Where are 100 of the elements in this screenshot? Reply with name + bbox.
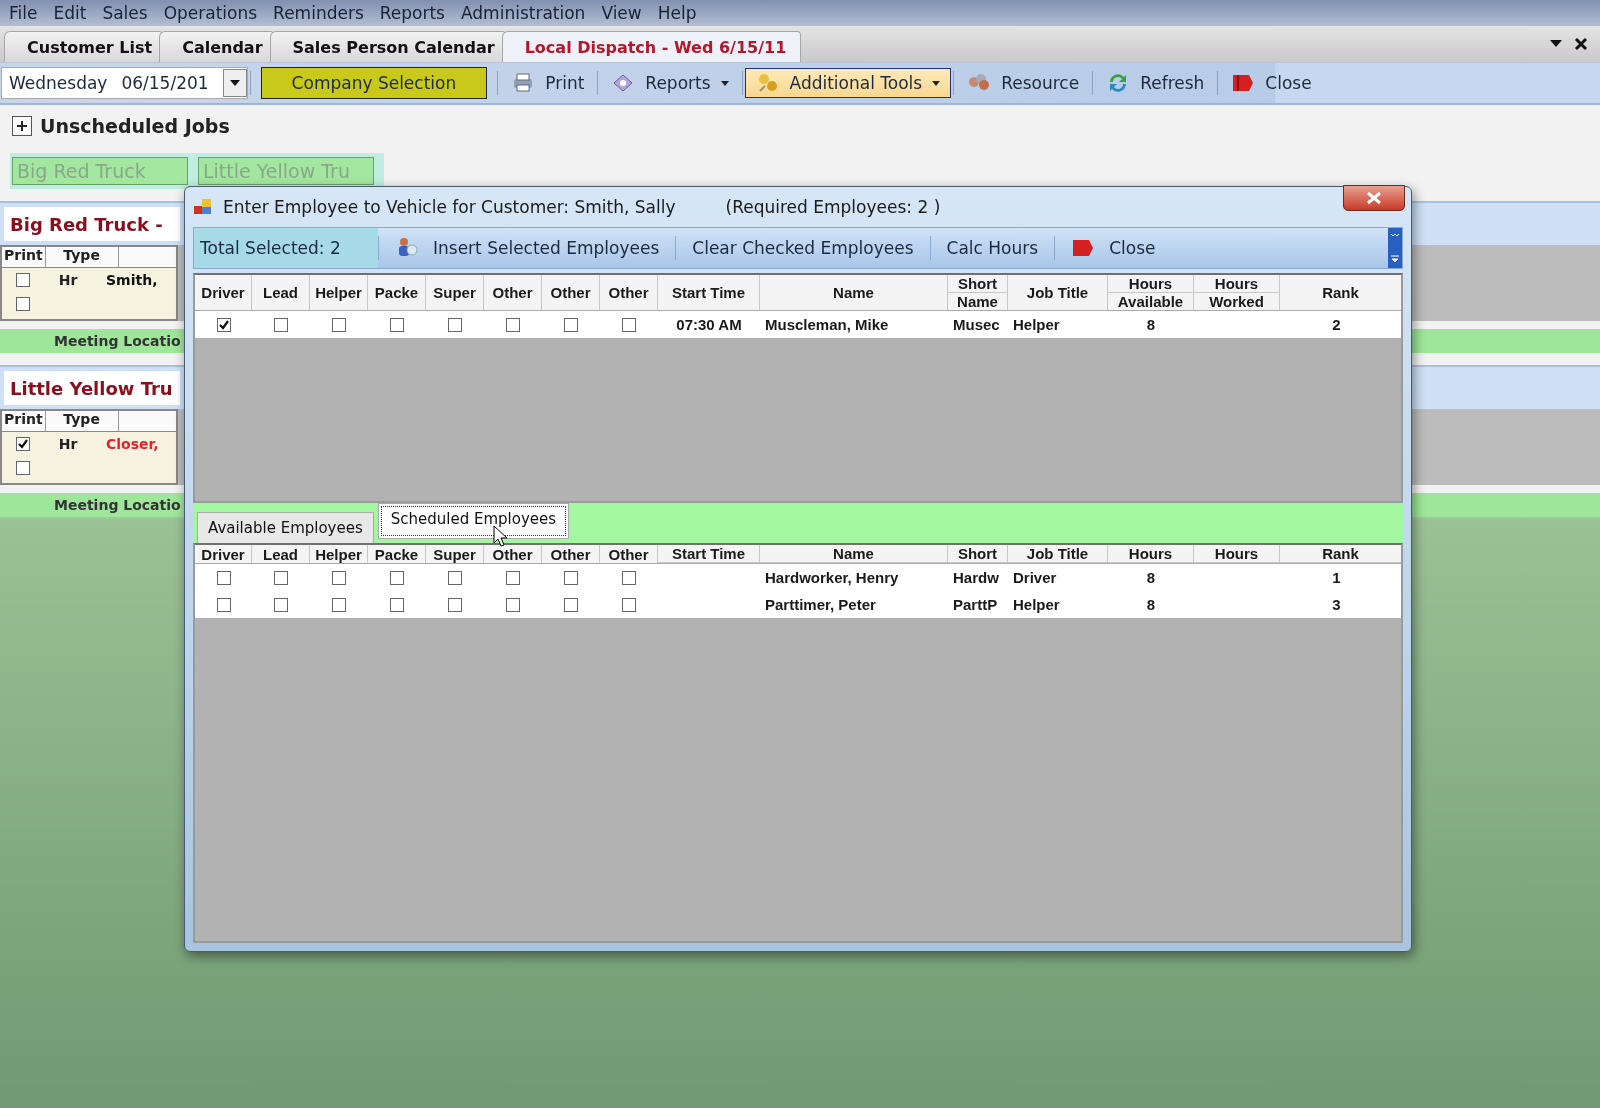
tab[interactable]: Available Employees — [197, 512, 374, 543]
toolbar-button[interactable]: Insert Selected Employees — [379, 236, 676, 260]
column-header[interactable]: Hours — [1108, 275, 1193, 292]
checkbox[interactable] — [16, 297, 30, 311]
checkbox[interactable] — [16, 273, 30, 287]
menu-item[interactable]: Help — [650, 3, 706, 23]
tab[interactable]: Local Dispatch - Wed 6/15/11 — [501, 31, 802, 62]
checkbox[interactable] — [274, 570, 288, 585]
checkbox[interactable] — [274, 317, 288, 332]
column-header[interactable]: Super — [426, 275, 483, 310]
checkbox[interactable] — [506, 570, 520, 585]
column-header[interactable]: Other — [484, 275, 541, 310]
checkbox[interactable] — [448, 570, 462, 585]
column-header[interactable]: Short — [948, 545, 1007, 562]
column-header[interactable]: Name — [948, 292, 1007, 310]
checkbox[interactable] — [564, 317, 578, 332]
checkbox[interactable] — [622, 570, 636, 585]
toolbar-button[interactable]: Refresh — [1095, 68, 1216, 98]
toolbar-button[interactable]: Resource — [956, 68, 1091, 98]
dropdown-button[interactable] — [222, 69, 247, 97]
toolbar-button[interactable]: Print — [500, 68, 596, 98]
close-button[interactable] — [1343, 185, 1405, 211]
tab[interactable]: Scheduled Employees — [377, 503, 570, 539]
column-header[interactable]: Other — [484, 545, 541, 563]
column-header[interactable]: Name — [760, 545, 947, 562]
column-header[interactable]: Packe — [368, 545, 425, 563]
overflow-button[interactable] — [1388, 228, 1402, 268]
column-header[interactable]: Other — [542, 545, 599, 563]
column-header[interactable]: Packe — [368, 275, 425, 310]
column-header: Type — [45, 411, 119, 431]
column-header[interactable]: Hours — [1108, 545, 1193, 562]
column-header[interactable]: Rank — [1280, 545, 1401, 562]
date-field[interactable]: Wednesday 06/15/201 — [1, 67, 248, 99]
checkbox[interactable] — [622, 317, 636, 332]
truck-title: Little Yellow Tru — [4, 371, 180, 405]
column-header[interactable]: Driver — [195, 275, 251, 310]
checkbox[interactable] — [506, 317, 520, 332]
menu-item[interactable]: Reports — [372, 3, 454, 23]
checkbox[interactable] — [216, 570, 231, 585]
expand-button[interactable] — [12, 116, 32, 136]
menu-item[interactable]: Reminders — [266, 3, 373, 23]
menu-item[interactable]: Administration — [454, 3, 595, 23]
column-header[interactable]: Lead — [252, 545, 309, 563]
checkbox[interactable] — [16, 437, 30, 451]
column-header[interactable]: Helper — [310, 275, 367, 310]
checkbox[interactable] — [332, 597, 346, 612]
column-header: Type — [45, 247, 119, 267]
menu-item[interactable]: Operations — [156, 3, 267, 23]
table-cell-text: Parttimer, Peter — [764, 596, 877, 613]
checkbox[interactable] — [448, 597, 462, 612]
checkbox[interactable] — [390, 317, 404, 332]
company-selection-button[interactable]: Company Selection — [260, 67, 488, 99]
menu-item[interactable]: File — [2, 3, 47, 23]
checkbox[interactable] — [16, 461, 30, 475]
checkbox[interactable] — [332, 317, 346, 332]
column-header[interactable]: Name — [760, 275, 947, 310]
column-header[interactable]: Hours — [1194, 275, 1279, 292]
section-title: Unscheduled Jobs — [40, 115, 230, 137]
menu-item[interactable]: Edit — [46, 3, 96, 23]
checkbox[interactable] — [506, 597, 520, 612]
menu-item[interactable]: View — [594, 3, 651, 23]
checkbox[interactable] — [622, 597, 636, 612]
tab[interactable]: Calendar — [159, 31, 274, 62]
column-header[interactable]: Other — [600, 275, 657, 310]
checkbox[interactable] — [216, 317, 231, 332]
toolbar-button[interactable]: Additional Tools — [744, 68, 952, 98]
menu-item[interactable]: Sales — [95, 3, 157, 23]
column-header[interactable]: Job Title — [1008, 275, 1107, 310]
checkbox[interactable] — [564, 597, 578, 612]
toolbar-button[interactable]: Close — [1220, 68, 1323, 98]
checkbox[interactable] — [390, 597, 404, 612]
checkbox[interactable] — [216, 597, 231, 612]
tab[interactable]: Sales Person Calendar — [269, 31, 506, 62]
table-cell-text: Hr — [57, 272, 79, 288]
column-header[interactable]: Driver — [195, 545, 251, 563]
checkbox[interactable] — [390, 570, 404, 585]
toolbar-button[interactable]: Clear Checked Employees — [676, 238, 930, 258]
column-header[interactable]: Helper — [310, 545, 367, 563]
column-header[interactable]: Worked — [1194, 292, 1279, 310]
toolbar-button[interactable]: Calc Hours — [930, 238, 1055, 258]
column-header[interactable]: Rank — [1280, 275, 1401, 310]
column-header[interactable]: Hours — [1194, 545, 1279, 562]
date-day-label: Wednesday — [9, 73, 108, 93]
customer-name: Closer, — [106, 436, 159, 452]
column-header[interactable]: Start Time — [658, 275, 759, 310]
column-header[interactable]: Other — [542, 275, 599, 310]
checkbox[interactable] — [448, 317, 462, 332]
column-header[interactable]: Lead — [252, 275, 309, 310]
checkbox[interactable] — [274, 597, 288, 612]
column-header[interactable]: Other — [600, 545, 657, 563]
required-employees-label: (Required Employees: 2 ) — [725, 197, 941, 217]
column-header[interactable]: Start Time — [658, 545, 759, 562]
checkbox[interactable] — [332, 570, 346, 585]
toolbar-button[interactable]: Reports — [600, 68, 740, 98]
column-header[interactable]: Short — [948, 275, 1007, 292]
column-header[interactable]: Super — [426, 545, 483, 563]
column-header[interactable]: Available — [1108, 292, 1193, 310]
column-header[interactable]: Job Title — [1008, 545, 1107, 562]
toolbar-button[interactable]: Close — [1055, 236, 1172, 260]
checkbox[interactable] — [564, 570, 578, 585]
